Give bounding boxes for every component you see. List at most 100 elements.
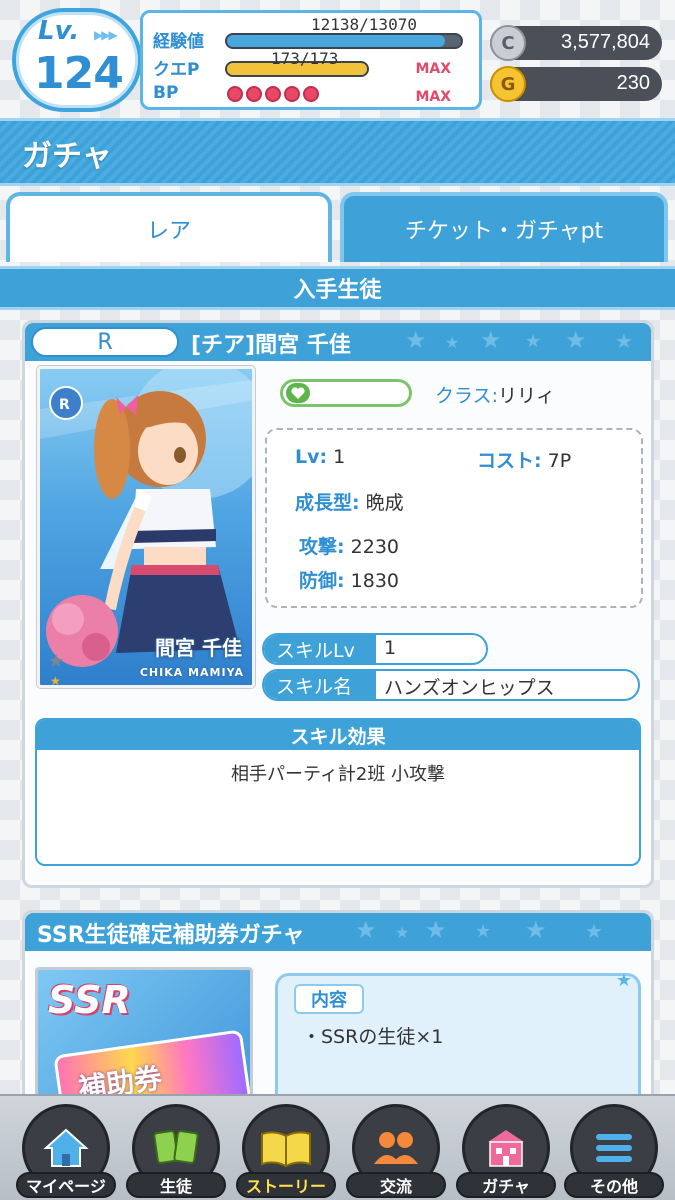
svg-text:★: ★ <box>48 651 64 672</box>
status-bar: Lv. ▶▶▶ 124 経験値 12138/13070 クエP 173/173 … <box>0 0 675 118</box>
level-value: 124 <box>34 48 124 99</box>
star-decoration-icon: ★ <box>425 916 447 944</box>
nav-label: マイページ <box>16 1172 116 1198</box>
gem-value: 230 <box>616 72 650 94</box>
gold-coin-icon: G <box>490 66 526 102</box>
character-card-image[interactable]: R ★ ★ 間宮 千佳 CHIKA MAMIYA <box>37 366 255 688</box>
quest-max-label: MAX <box>415 61 451 77</box>
bp-dot <box>303 86 319 102</box>
stat-value: 7P <box>547 450 572 472</box>
nav-item-exchange[interactable]: 交流 <box>346 1104 446 1198</box>
star-decoration-icon: ★ <box>585 919 603 943</box>
nav-item-other[interactable]: その他 <box>564 1104 664 1198</box>
nav-label: ストーリー <box>236 1172 336 1198</box>
bp-dots <box>227 86 319 102</box>
affinity-gauge <box>280 379 412 407</box>
heart-icon <box>286 383 310 403</box>
character-panel-header: ★ ★ ★ ★ ★ ★ R [チア]間宮 千佳 <box>25 323 651 361</box>
star-decoration-icon: ★ <box>480 326 502 354</box>
ssr-panel-title: SSR生徒確定補助券ガチャ <box>37 923 305 948</box>
star-decoration-icon: ★ <box>355 916 377 944</box>
tab-rare[interactable]: レア <box>6 192 332 262</box>
bp-label: BP <box>153 83 179 103</box>
page-title-bar: ガチャ <box>0 118 675 186</box>
page-title: ガチャ <box>22 139 112 174</box>
svg-text:R: R <box>59 397 70 413</box>
tab-ticket-gacha-pt[interactable]: チケット・ガチャpt <box>340 192 668 262</box>
character-panel: ★ ★ ★ ★ ★ ★ R [チア]間宮 千佳 R ★ ★ 間宮 千佳 CHIK… <box>22 320 654 888</box>
skill-effect-header: スキル効果 <box>37 720 639 750</box>
skill-name-row: スキル名 ハンズオンヒップス <box>262 669 640 701</box>
level-prefix: Lv. <box>38 16 80 46</box>
quest-label: クエP <box>153 60 200 80</box>
skill-effect-text: 相手パーティ計2班 小攻撃 <box>230 764 446 785</box>
star-decoration-icon: ★ <box>565 326 587 354</box>
star-decoration-icon: ★ <box>615 970 632 991</box>
nav-label: ガチャ <box>456 1172 556 1198</box>
star-decoration-icon: ★ <box>525 331 542 352</box>
card-name-overlay: 間宮 千佳 <box>155 636 242 660</box>
skill-effect-box: スキル効果 相手パーティ計2班 小攻撃 <box>35 718 641 866</box>
nav-item-gacha[interactable]: ガチャ <box>456 1104 556 1198</box>
skill-level-label: スキルLv <box>264 635 376 663</box>
class-label: クラス: <box>435 385 499 407</box>
exp-bar <box>225 33 463 49</box>
stat-level: Lv: 1 <box>295 446 345 468</box>
skill-name-label: スキル名 <box>264 671 376 699</box>
ssr-panel-header: ★ ★ ★ ★ ★ ★ SSR生徒確定補助券ガチャ <box>25 913 651 951</box>
class-info: クラス:リリィ <box>435 381 555 408</box>
star-decoration-icon: ★ <box>475 921 492 942</box>
stat-value: 1 <box>333 446 346 468</box>
contents-item: ・SSRの生徒×1 <box>302 1026 444 1048</box>
nav-label: 生徒 <box>126 1172 226 1198</box>
star-decoration-icon: ★ <box>615 329 633 353</box>
bp-dot <box>284 86 300 102</box>
stat-key: 攻撃: <box>299 536 345 558</box>
bottom-nav: マイページ 生徒 ストーリー 交流 ガチャ その他 <box>0 1094 675 1200</box>
contents-tag: 内容 <box>294 984 364 1014</box>
star-decoration-icon: ★ <box>395 923 410 942</box>
bp-dot <box>246 86 262 102</box>
bp-dot <box>265 86 281 102</box>
stat-value: 2230 <box>350 536 400 558</box>
bp-max-label: MAX <box>415 89 451 105</box>
character-stats-box: Lv: 1 コスト: 7P 成長型: 晩成 攻撃: 2230 防御: 1830 <box>265 428 643 608</box>
class-value: リリィ <box>498 385 556 407</box>
star-decoration-icon: ★ <box>445 333 460 352</box>
nav-label: その他 <box>564 1172 664 1198</box>
level-arrows-icon: ▶▶▶ <box>94 28 118 42</box>
nav-item-students[interactable]: 生徒 <box>126 1104 226 1198</box>
player-stats-panel: 経験値 12138/13070 クエP 173/173 MAX BP MAX <box>140 10 482 110</box>
skill-level-row: スキルLv 1 <box>262 633 488 665</box>
nav-label: 交流 <box>346 1172 446 1198</box>
exp-label: 経験値 <box>153 32 204 52</box>
coin-icon: C <box>490 25 526 61</box>
svg-text:★: ★ <box>50 674 61 688</box>
card-name-roman: CHIKA MAMIYA <box>139 666 244 679</box>
level-badge[interactable]: Lv. ▶▶▶ 124 <box>12 8 142 112</box>
stat-key: コスト: <box>477 450 542 472</box>
rarity-badge: R <box>31 327 179 357</box>
bp-dot <box>227 86 243 102</box>
nav-item-mypage[interactable]: マイページ <box>16 1104 116 1198</box>
character-name: [チア]間宮 千佳 <box>191 333 351 358</box>
coin-counter[interactable]: C 3,577,804 <box>490 25 662 61</box>
stat-value: 1830 <box>350 570 400 592</box>
stat-attack: 攻撃: 2230 <box>299 532 399 559</box>
exp-text: 12138/13070 <box>311 15 417 34</box>
skill-name-value: ハンズオンヒップス <box>384 677 555 699</box>
gem-counter[interactable]: G 230 <box>490 66 662 102</box>
nav-item-story[interactable]: ストーリー <box>236 1104 336 1198</box>
quest-text: 173/173 <box>271 49 339 68</box>
skill-level-value: 1 <box>384 637 397 659</box>
stat-growth-type: 成長型: 晩成 <box>295 488 404 515</box>
stat-key: Lv: <box>295 446 328 468</box>
section-header: 入手生徒 <box>0 266 675 310</box>
stat-key: 防御: <box>299 570 345 592</box>
stat-value: 晩成 <box>365 492 404 514</box>
star-decoration-icon: ★ <box>525 916 547 944</box>
stat-defense: 防御: 1830 <box>299 566 399 593</box>
stat-cost: コスト: 7P <box>477 446 571 473</box>
exp-bar-fill <box>227 35 445 47</box>
star-decoration-icon: ★ <box>405 326 427 354</box>
